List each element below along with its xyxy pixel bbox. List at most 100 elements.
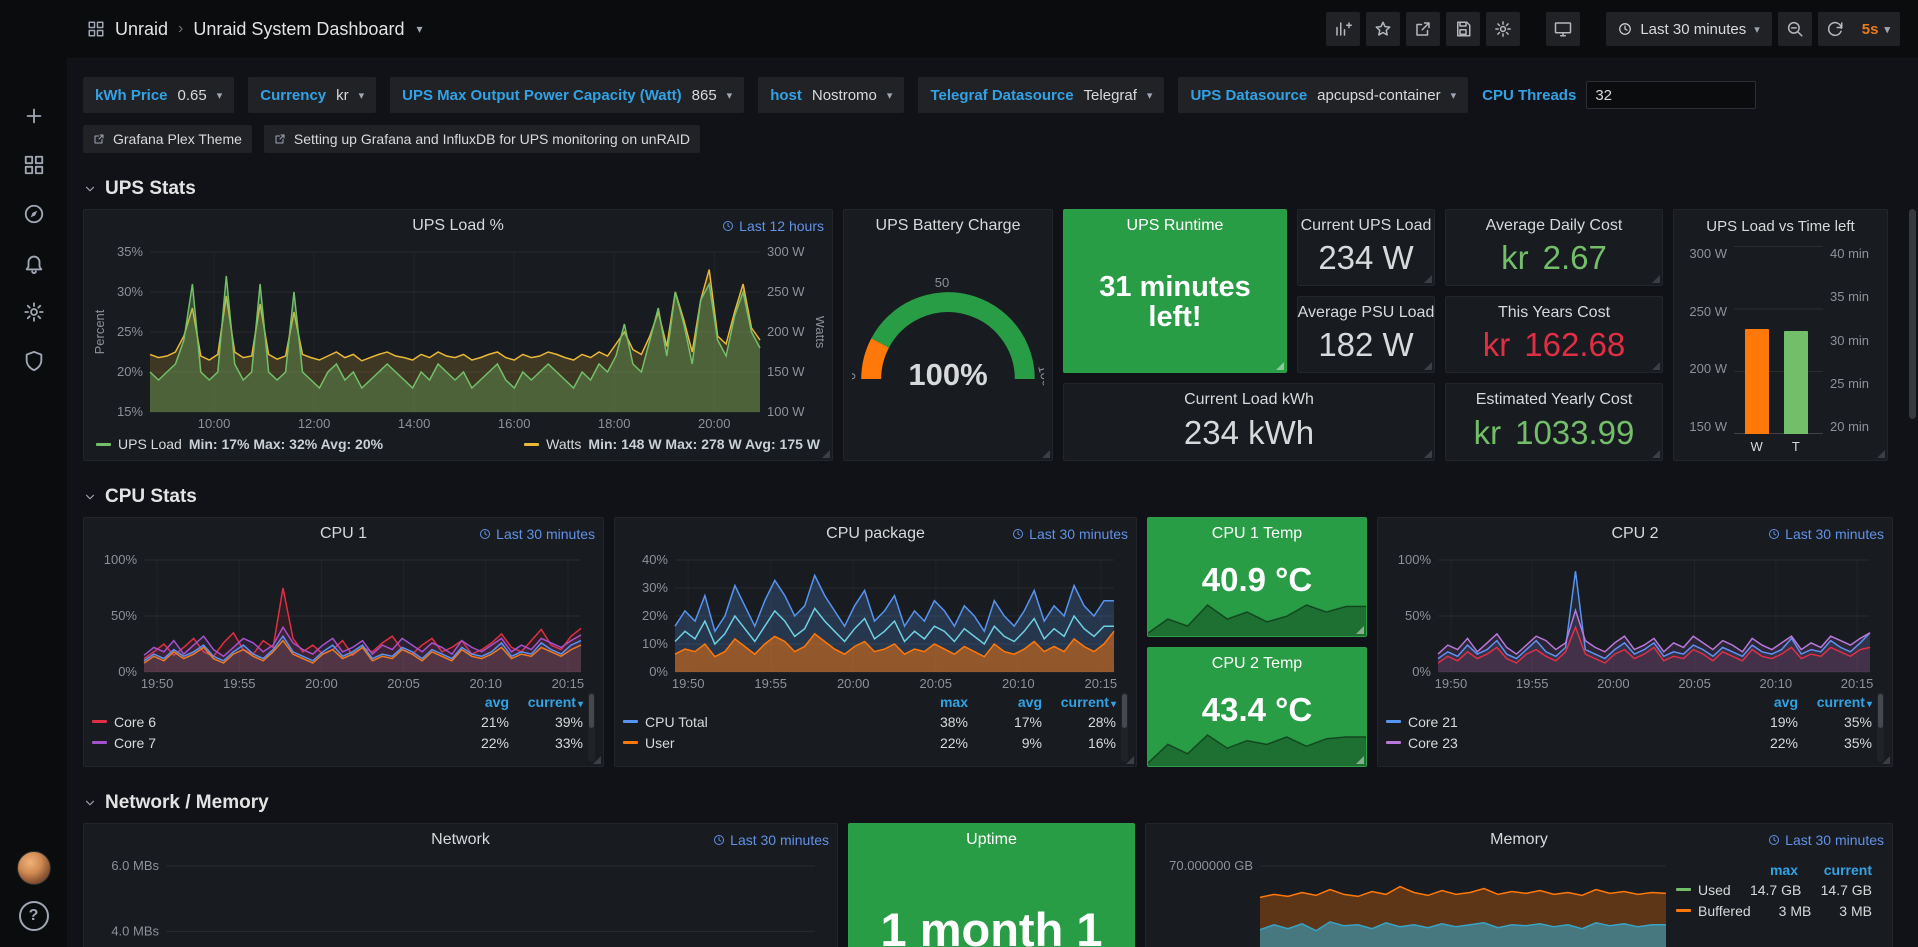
- sidebar-explore-button[interactable]: [12, 194, 56, 233]
- time-range-picker[interactable]: Last 30 minutes ▾: [1606, 12, 1771, 46]
- panel-title[interactable]: CPU 1: [320, 525, 367, 543]
- panel-resize-handle[interactable]: [822, 450, 830, 458]
- panel-resize-handle[interactable]: [1652, 275, 1660, 283]
- legend-sort-current[interactable]: current: [1798, 694, 1872, 710]
- variable-ups-datasource[interactable]: UPS Datasource apcupsd-container ▾: [1178, 77, 1468, 113]
- panel-resize-handle[interactable]: [1877, 450, 1885, 458]
- zoom-out-button[interactable]: [1778, 12, 1812, 46]
- panel-title[interactable]: UPS Runtime: [1127, 217, 1224, 235]
- panel-title[interactable]: Current Load kWh: [1184, 391, 1314, 409]
- mark-favorite-button[interactable]: [1366, 12, 1400, 46]
- section-ups-stats[interactable]: UPS Stats: [83, 177, 1902, 201]
- legend-item-ups-load[interactable]: UPS Load Min: 17% Max: 32% Avg: 20%: [96, 436, 383, 452]
- sidebar-dashboards-button[interactable]: [12, 145, 56, 184]
- panel-title[interactable]: CPU 1 Temp: [1212, 525, 1302, 543]
- cpu1-chart[interactable]: 100%50%0%19:5019:5520:0020:0520:1020:15: [92, 550, 595, 692]
- cpu-threads-input[interactable]: [1586, 81, 1756, 109]
- panel-title[interactable]: This Years Cost: [1498, 304, 1610, 322]
- legend-sort-current[interactable]: current: [1798, 862, 1872, 878]
- legend-sort-avg[interactable]: avg: [435, 694, 509, 710]
- variable-currency[interactable]: Currency kr ▾: [248, 77, 376, 113]
- breadcrumb-dashboard-title[interactable]: Unraid System Dashboard: [193, 19, 404, 40]
- legend-sort-max[interactable]: max: [1724, 862, 1798, 878]
- legend-sort-current[interactable]: current: [509, 694, 583, 710]
- panel-resize-handle[interactable]: [1276, 362, 1284, 370]
- panel-time-override: Last 30 minutes: [479, 518, 595, 550]
- panel-resize-handle[interactable]: [1882, 756, 1890, 764]
- panel-resize-handle[interactable]: [1652, 362, 1660, 370]
- panel-resize-handle[interactable]: [1356, 626, 1364, 634]
- legend-scrollbar[interactable]: [1121, 692, 1128, 762]
- sidebar-configuration-button[interactable]: [12, 292, 56, 331]
- dashboard-link-plex-theme[interactable]: Grafana Plex Theme: [83, 125, 252, 153]
- network-chart[interactable]: 6.0 MBs4.0 MBs2.0 MBs0 MBs: [92, 856, 829, 947]
- panel-title[interactable]: UPS Load vs Time left: [1706, 218, 1854, 235]
- panel-resize-handle[interactable]: [593, 756, 601, 764]
- refresh-button[interactable]: [1818, 12, 1852, 46]
- panel-title[interactable]: Current UPS Load: [1301, 217, 1432, 235]
- variable-kwh-price[interactable]: kWh Price 0.65 ▾: [83, 77, 234, 113]
- panel-resize-handle[interactable]: [1424, 450, 1432, 458]
- section-cpu-stats[interactable]: CPU Stats: [83, 485, 1902, 509]
- refresh-interval-picker[interactable]: 5s ▾: [1852, 12, 1900, 46]
- page-scrollbar[interactable]: [1908, 59, 1917, 947]
- panel-title[interactable]: Network: [431, 831, 490, 849]
- add-panel-button[interactable]: [1326, 12, 1360, 46]
- variable-ups-max-output[interactable]: UPS Max Output Power Capacity (Watt) 865…: [390, 77, 744, 113]
- section-network-memory[interactable]: Network / Memory: [83, 791, 1902, 815]
- panel-title[interactable]: Memory: [1490, 831, 1548, 849]
- bell-icon: [23, 252, 45, 274]
- svg-text:30%: 30%: [117, 284, 143, 299]
- panel-resize-handle[interactable]: [1042, 450, 1050, 458]
- legend-sort-max[interactable]: max: [894, 694, 968, 710]
- cpu-package-chart[interactable]: 40%30%20%10%0%19:5019:5520:0020:0520:102…: [623, 550, 1128, 692]
- panel-resize-handle[interactable]: [1424, 362, 1432, 370]
- cpu2-chart[interactable]: 100%50%0%19:5019:5520:0020:0520:1020:15: [1386, 550, 1884, 692]
- panel-cpu1-temp: CPU 1 Temp 40.9 °C: [1147, 517, 1367, 637]
- panel-title[interactable]: UPS Battery Charge: [876, 217, 1021, 235]
- legend-sort-avg[interactable]: avg: [968, 694, 1042, 710]
- grafana-logo[interactable]: [14, 12, 54, 52]
- legend-item-watts[interactable]: Watts Min: 148 W Max: 278 W Avg: 175 W: [524, 436, 820, 452]
- legend-scrollbar[interactable]: [588, 692, 595, 762]
- dashboard-link-ups-guide[interactable]: Setting up Grafana and InfluxDB for UPS …: [264, 125, 700, 153]
- panel-resize-handle[interactable]: [1652, 450, 1660, 458]
- sidebar-alerting-button[interactable]: [12, 243, 56, 282]
- ups-vs-time-bargauge[interactable]: 300 W 250 W 200 W 150 W W T 40 min: [1682, 242, 1879, 456]
- battery-gauge[interactable]: 050100100%: [852, 242, 1044, 456]
- sidebar-help-button[interactable]: ?: [19, 901, 49, 931]
- legend-sort-avg[interactable]: avg: [1724, 694, 1798, 710]
- bar-time-left[interactable]: [1784, 331, 1808, 434]
- bar-watts[interactable]: [1745, 329, 1769, 434]
- panel-title[interactable]: CPU 2: [1611, 525, 1658, 543]
- panel-title[interactable]: Uptime: [966, 831, 1017, 849]
- variable-host[interactable]: host Nostromo ▾: [758, 77, 904, 113]
- panel-resize-handle[interactable]: [1126, 756, 1134, 764]
- legend-scrollbar[interactable]: [1877, 692, 1884, 762]
- panel-title[interactable]: Estimated Yearly Cost: [1476, 391, 1633, 409]
- panel-title[interactable]: Average PSU Load: [1298, 304, 1435, 322]
- sidebar-create-button[interactable]: [12, 96, 56, 135]
- clock-icon: [713, 834, 725, 846]
- variable-telegraf-datasource[interactable]: Telegraf Datasource Telegraf ▾: [918, 77, 1164, 113]
- panel-title[interactable]: UPS Load %: [412, 217, 504, 235]
- tv-mode-button[interactable]: [1546, 12, 1580, 46]
- user-avatar[interactable]: [17, 851, 51, 885]
- breadcrumb-folder[interactable]: Unraid: [115, 19, 168, 40]
- panel-resize-handle[interactable]: [1356, 756, 1364, 764]
- panel-title[interactable]: Average Daily Cost: [1486, 217, 1623, 235]
- panel-title[interactable]: CPU package: [826, 525, 925, 543]
- panel-resize-handle[interactable]: [1424, 275, 1432, 283]
- legend-sort-current[interactable]: current: [1042, 694, 1116, 710]
- caret-down-icon[interactable]: ▾: [416, 22, 422, 36]
- ups-load-chart[interactable]: 35%30%25%20%15%300 W250 W200 W150 W100 W…: [92, 242, 824, 432]
- memory-chart[interactable]: 70.000000 GB60.000000 GB50.000000 GB: [1154, 856, 1676, 947]
- scrollbar-thumb[interactable]: [1909, 209, 1916, 419]
- save-dashboard-button[interactable]: [1446, 12, 1480, 46]
- svg-text:200 W: 200 W: [767, 324, 805, 339]
- caret-down-icon: ▾: [1884, 23, 1890, 36]
- panel-title[interactable]: CPU 2 Temp: [1212, 655, 1302, 673]
- dashboard-settings-button[interactable]: [1486, 12, 1520, 46]
- sidebar-admin-button[interactable]: [12, 341, 56, 380]
- share-dashboard-button[interactable]: [1406, 12, 1440, 46]
